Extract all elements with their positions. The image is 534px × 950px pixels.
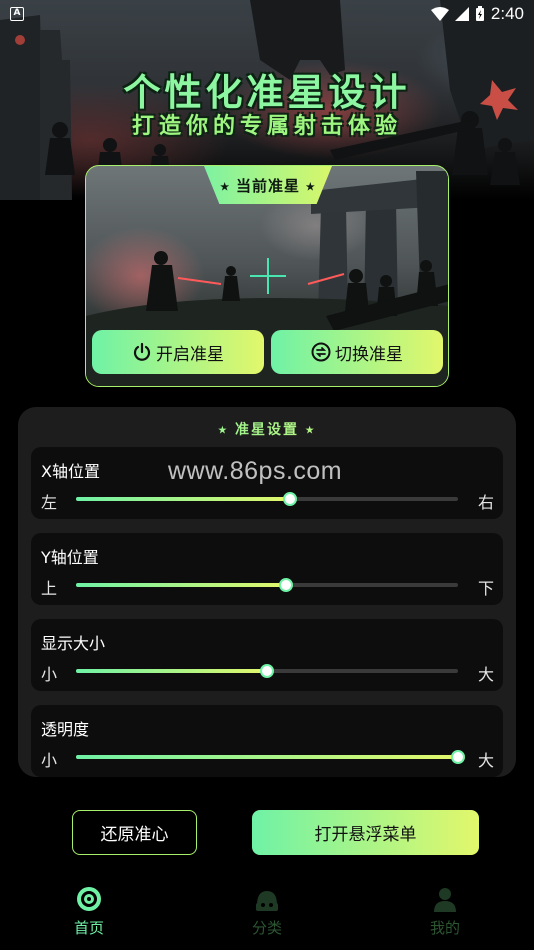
slider-min-label: 小 (41, 751, 58, 770)
slider-thumb[interactable] (282, 492, 297, 506)
crosshair-preview-icon (250, 258, 286, 294)
switch-crosshair-label: 切换准星 (335, 344, 403, 365)
slider-thumb[interactable] (451, 750, 465, 764)
battery-icon (475, 6, 484, 21)
slider-max-label: 大 (477, 665, 494, 684)
opacity-slider[interactable] (76, 750, 465, 764)
slider-max-label: 大 (477, 751, 494, 770)
watermark-text: www.86ps.com (168, 457, 343, 485)
power-icon (133, 342, 151, 361)
settings-title: ⭑ 准星设置 ⭑ (18, 419, 516, 439)
switch-icon (311, 342, 331, 362)
target-icon (77, 887, 101, 911)
nav-label-profile: 我的 (429, 919, 460, 937)
size-slider-row: 显示大小 小 大 (31, 619, 503, 691)
current-crosshair-card: ⭑ 当前准星 ⭑ 开启准星 切换准星 (85, 165, 449, 387)
nav-item-profile[interactable]: 我的 (385, 884, 505, 950)
slider-min-label: 小 (41, 665, 58, 684)
nav-item-category[interactable]: 分类 (207, 884, 327, 950)
enable-crosshair-label: 开启准星 (156, 344, 224, 365)
y-position-slider[interactable] (76, 578, 458, 592)
slider-fill (76, 669, 267, 673)
slider-fill (76, 583, 287, 587)
slider-label: Y轴位置 (41, 548, 99, 567)
slider-thumb[interactable] (279, 578, 294, 592)
app-notification-icon: A (10, 7, 24, 21)
reset-crosshair-button[interactable]: 还原准心 (72, 810, 197, 855)
slider-fill (76, 497, 290, 501)
slider-min-label: 上 (41, 579, 58, 598)
opacity-slider-row: 透明度 小 大 (31, 705, 503, 777)
status-time: 2:40 (490, 4, 524, 23)
signal-icon (454, 7, 469, 21)
category-icon (256, 891, 278, 911)
slider-label: 显示大小 (41, 634, 106, 653)
status-bar: A 2:40 (0, 0, 534, 28)
y-position-slider-row: Y轴位置 上 下 (31, 533, 503, 605)
nav-label-category: 分类 (251, 919, 282, 937)
slider-label: 透明度 (41, 720, 90, 739)
current-crosshair-tab: ⭑ 当前准星 ⭑ (204, 166, 332, 204)
slider-fill (76, 755, 458, 759)
slider-min-label: 左 (41, 493, 58, 512)
slider-max-label: 下 (477, 579, 494, 598)
profile-icon (434, 888, 456, 912)
slider-label: X轴位置 (41, 462, 100, 481)
open-float-menu-button[interactable]: 打开悬浮菜单 (252, 810, 479, 855)
x-position-slider[interactable] (76, 492, 458, 506)
size-slider[interactable] (76, 664, 458, 678)
switch-crosshair-button[interactable]: 切换准星 (271, 330, 443, 374)
bottom-nav: 首页 分类 我的 (0, 884, 534, 950)
hero-subtitle: 打造你的专属射击体验 (131, 114, 402, 139)
enable-crosshair-button[interactable]: 开启准星 (92, 330, 264, 374)
nav-label-home: 首页 (73, 919, 104, 937)
slider-thumb[interactable] (260, 664, 274, 678)
wifi-icon (430, 7, 449, 21)
nav-item-home[interactable]: 首页 (29, 884, 149, 950)
slider-max-label: 右 (477, 493, 494, 512)
